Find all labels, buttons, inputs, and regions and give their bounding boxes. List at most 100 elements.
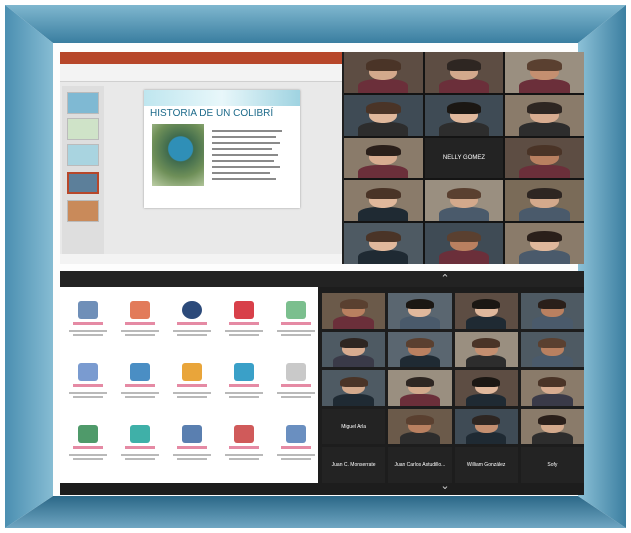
participant-video-tile[interactable] — [344, 52, 423, 93]
participant-hair — [538, 299, 567, 310]
participant-video-tile[interactable] — [505, 223, 584, 264]
participant-video-tile[interactable] — [520, 293, 584, 329]
participant-video-tile[interactable] — [505, 180, 584, 222]
participant-video-tile[interactable] — [505, 52, 584, 93]
participant-name-tile[interactable]: Sofy — [520, 447, 584, 483]
participant-name: Sofy — [547, 462, 558, 469]
participant-name-tile[interactable]: Juan Carlos Astudillo... — [388, 447, 452, 483]
participant-video-tile[interactable] — [344, 223, 423, 264]
activity-app-tile[interactable] — [271, 421, 321, 481]
frame-left-bevel — [5, 5, 53, 528]
participant-hair — [527, 102, 562, 114]
activity-app-tile[interactable] — [63, 359, 113, 419]
participant-hair — [405, 415, 434, 426]
slide-text-line — [212, 172, 270, 174]
chevron-down-icon[interactable]: ⌄ — [438, 479, 452, 492]
activity-app-description-blurred — [277, 330, 315, 332]
activity-app-tile[interactable] — [115, 297, 165, 357]
participant-body — [519, 78, 570, 93]
activity-app-tile[interactable] — [219, 297, 269, 357]
participant-video-tile[interactable] — [344, 180, 423, 222]
participant-video-tile[interactable] — [344, 94, 423, 136]
participant-video-tile[interactable] — [322, 293, 386, 329]
participant-video-tile[interactable] — [388, 331, 452, 368]
slide-thumbnail[interactable] — [67, 200, 99, 222]
participant-body — [532, 355, 573, 368]
participant-video-tile[interactable] — [520, 370, 584, 406]
activity-app-tile[interactable] — [167, 359, 217, 419]
slide-thumbnail-selected[interactable] — [67, 172, 99, 194]
participant-body — [358, 207, 409, 222]
activity-app-icon — [234, 425, 254, 443]
slide-thumbnail[interactable] — [67, 92, 99, 114]
frame-top-bevel — [5, 5, 626, 43]
participant-video-tile[interactable] — [520, 331, 584, 368]
participant-video-tile[interactable] — [454, 370, 518, 406]
chevron-up-icon[interactable]: ⌃ — [438, 272, 452, 285]
participant-hair — [405, 376, 434, 387]
presentation-status-bar — [60, 254, 342, 264]
participant-body — [465, 432, 507, 445]
activity-app-tile[interactable] — [115, 421, 165, 481]
participant-hair — [446, 59, 482, 71]
participant-video-tile[interactable] — [322, 370, 386, 406]
activity-app-tile[interactable] — [219, 421, 269, 481]
activity-app-tile[interactable] — [271, 359, 321, 419]
activity-app-icon — [182, 301, 202, 319]
activity-app-icon — [286, 363, 306, 381]
activity-app-description-blurred — [229, 334, 259, 336]
activity-app-description-blurred — [277, 392, 315, 394]
activity-app-tile[interactable] — [219, 359, 269, 419]
presentation-title-bar — [60, 52, 342, 64]
activity-app-icon — [78, 425, 98, 443]
activity-app-icon — [78, 363, 98, 381]
participant-body — [358, 121, 409, 136]
participant-body — [333, 316, 374, 329]
participant-hair — [366, 144, 401, 157]
participant-video-tile[interactable] — [505, 137, 584, 179]
participant-video-tile[interactable] — [454, 408, 518, 445]
activity-app-description-blurred — [177, 396, 207, 398]
activity-app-tile[interactable] — [63, 421, 113, 481]
participant-name-tile[interactable]: NELLY GOMEZ — [424, 137, 504, 179]
participant-body — [519, 250, 570, 264]
participant-name: William González — [466, 462, 506, 469]
activity-app-icon — [286, 425, 306, 443]
participant-name-tile[interactable]: Miguel Arla — [322, 408, 386, 445]
participant-video-tile[interactable] — [322, 331, 386, 368]
slide-text-line — [212, 142, 280, 144]
activity-app-description-blurred — [125, 458, 155, 460]
participant-video-tile[interactable] — [388, 370, 452, 406]
activity-app-tile[interactable] — [167, 421, 217, 481]
activity-app-tile[interactable] — [115, 359, 165, 419]
participant-video-tile[interactable] — [454, 293, 518, 329]
activity-app-tile[interactable] — [167, 297, 217, 357]
participant-name-tile[interactable]: Juan C. Monserrate — [322, 447, 386, 483]
participant-video-tile[interactable] — [344, 137, 423, 179]
participant-video-tile[interactable] — [505, 94, 584, 136]
slide-thumbnail-pane — [62, 86, 104, 261]
participant-name: Miguel Arla — [341, 423, 366, 430]
participant-body — [333, 393, 374, 406]
participant-hair — [527, 230, 562, 242]
participant-video-tile[interactable] — [388, 293, 452, 329]
participant-body — [532, 432, 573, 445]
activity-app-tile[interactable] — [63, 297, 113, 357]
participant-video-tile[interactable] — [424, 52, 504, 93]
participant-video-tile[interactable] — [454, 331, 518, 368]
activity-app-description-blurred — [281, 334, 311, 336]
activity-app-description-blurred — [277, 454, 315, 456]
slide-text-line — [212, 166, 280, 168]
participant-body — [519, 121, 570, 136]
participant-name-tile[interactable]: William González — [454, 447, 518, 483]
slide-thumbnail[interactable] — [67, 144, 99, 166]
participant-video-tile[interactable] — [424, 223, 504, 264]
participant-video-tile[interactable] — [424, 180, 504, 222]
participant-video-tile[interactable] — [388, 408, 452, 445]
participant-video-tile[interactable] — [520, 408, 584, 445]
slide-text-line — [212, 178, 276, 180]
participant-body — [399, 355, 441, 368]
activity-app-tile[interactable] — [271, 297, 321, 357]
slide-thumbnail[interactable] — [67, 118, 99, 140]
participant-video-tile[interactable] — [424, 94, 504, 136]
